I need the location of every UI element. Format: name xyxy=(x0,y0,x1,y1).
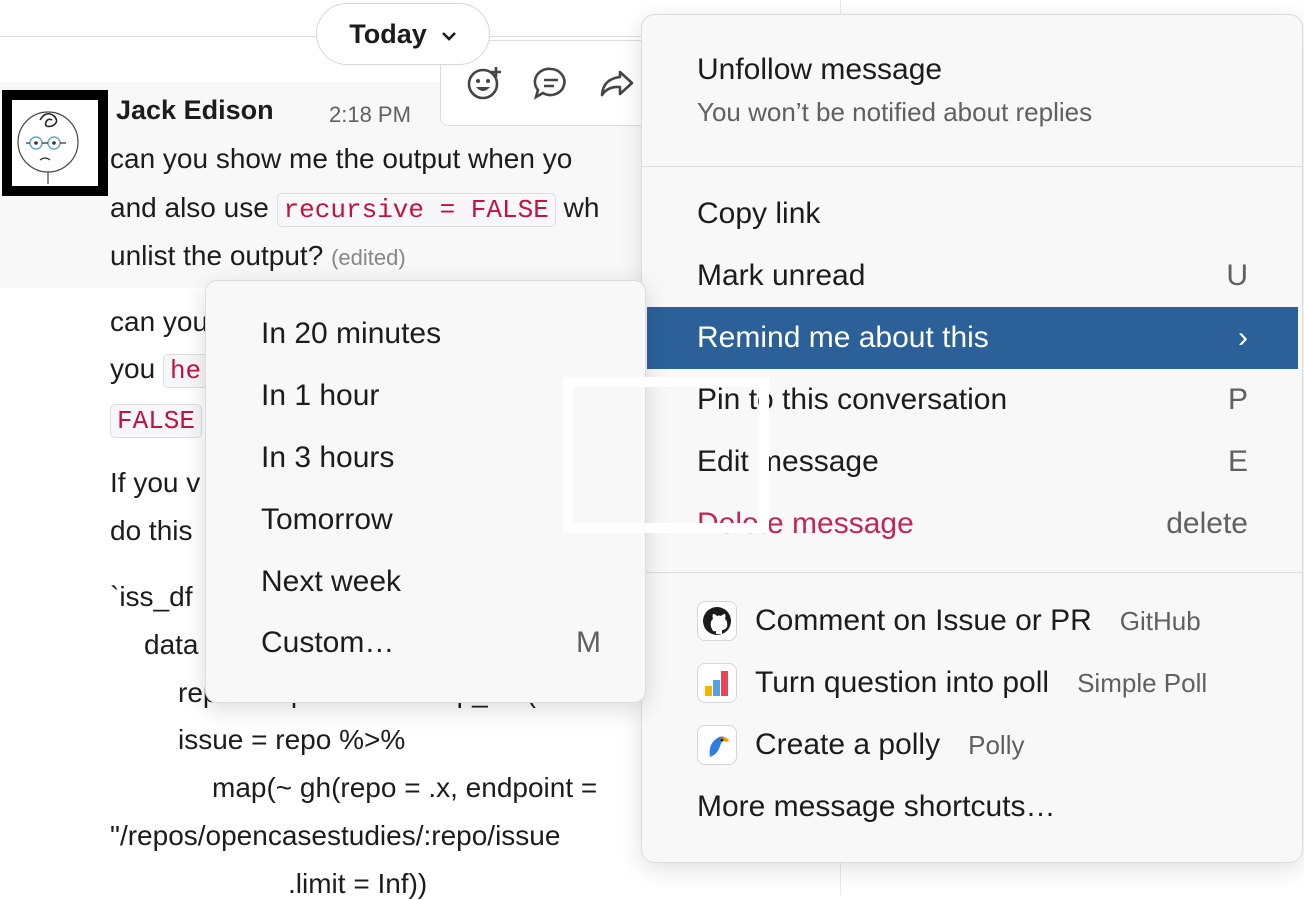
submenu-item-label: In 20 minutes xyxy=(261,317,442,350)
message-text-line: "/repos/opencasestudies/:repo/issue xyxy=(110,820,561,851)
message-text: unlist the output? xyxy=(110,240,324,271)
message-text-line: and also use recursive = FALSE wh xyxy=(110,192,600,227)
avatar[interactable] xyxy=(2,90,108,196)
menu-separator xyxy=(642,572,1302,573)
remind-me-item[interactable]: Remind me about this › xyxy=(647,307,1298,369)
message-text: wh xyxy=(555,192,600,223)
avatar-drawing xyxy=(17,111,79,184)
menu-separator xyxy=(642,166,1302,167)
inline-code: recursive = FALSE xyxy=(276,193,556,227)
more-shortcuts-item[interactable]: More message shortcuts… xyxy=(647,776,1298,838)
mark-unread-item[interactable]: Mark unread U xyxy=(647,245,1298,307)
unfollow-description: You won’t be notified about replies xyxy=(697,97,1093,127)
edited-label: (edited) xyxy=(331,245,406,270)
shortcut-key: U xyxy=(1226,259,1248,292)
polly-item[interactable]: Create a polly Polly xyxy=(647,714,1298,776)
remind-next-week[interactable]: Next week xyxy=(261,565,601,599)
reply-thread-icon[interactable] xyxy=(531,63,571,103)
message-text: and also use xyxy=(110,192,277,223)
remind-custom[interactable]: Custom… M xyxy=(261,626,601,660)
shortcut-key: M xyxy=(576,626,601,659)
copy-link-item[interactable]: Copy link xyxy=(647,183,1298,245)
message-timestamp[interactable]: 2:18 PM xyxy=(329,102,411,128)
unfollow-message-item[interactable]: Unfollow message xyxy=(697,53,942,87)
shortcut-key: P xyxy=(1227,383,1248,416)
message-text-line: `iss_df xyxy=(110,581,193,612)
github-icon xyxy=(697,601,737,641)
simple-poll-icon xyxy=(697,663,737,703)
simple-poll-item[interactable]: Turn question into poll Simple Poll xyxy=(647,652,1298,714)
github-comment-item[interactable]: Comment on Issue or PR GitHub xyxy=(647,590,1298,652)
app-action-label: Comment on Issue or PR xyxy=(755,604,1092,637)
message-text: you xyxy=(110,353,163,384)
polly-icon xyxy=(697,725,737,765)
message-text-line: issue = repo %>% xyxy=(178,724,406,755)
remind-20-minutes[interactable]: In 20 minutes xyxy=(261,317,601,351)
menu-item-label: More message shortcuts… xyxy=(697,790,1056,823)
chevron-right-icon: › xyxy=(1238,321,1248,354)
message-text-line: data xyxy=(144,629,199,660)
date-divider-pill[interactable]: Today xyxy=(316,3,490,65)
app-source: Polly xyxy=(968,729,1025,760)
app-source: GitHub xyxy=(1119,605,1201,636)
shortcut-key: delete xyxy=(1166,507,1248,540)
message-text-line: map(~ gh(repo = .x, endpoint = xyxy=(212,772,598,803)
message-text-line: you he xyxy=(110,353,209,388)
message-text-line: unlist the output? (edited) xyxy=(110,240,406,272)
submenu-item-label: Tomorrow xyxy=(261,503,393,536)
submenu-item-label: Next week xyxy=(261,565,402,598)
inline-code: FALSE xyxy=(110,404,203,438)
shortcut-key: E xyxy=(1227,445,1248,478)
date-label: Today xyxy=(349,18,427,49)
remind-tomorrow[interactable]: Tomorrow xyxy=(261,503,601,537)
inline-code: he xyxy=(162,354,209,388)
app-source: Simple Poll xyxy=(1077,667,1208,698)
menu-item-label: Copy link xyxy=(697,197,821,230)
message-text-line: can you xyxy=(110,306,209,337)
sender-name[interactable]: Jack Edison xyxy=(116,95,274,126)
message-text-line: do this xyxy=(110,515,193,546)
submenu-item-label: In 1 hour xyxy=(261,379,380,412)
message-text-line: .limit = Inf)) xyxy=(288,868,428,899)
remind-3-hours[interactable]: In 3 hours xyxy=(261,441,601,475)
app-action-label: Turn question into poll xyxy=(755,666,1050,699)
menu-item-label: Remind me about this xyxy=(697,321,989,354)
chevron-down-icon xyxy=(441,25,457,46)
share-icon[interactable] xyxy=(597,63,637,103)
submenu-item-label: Custom… xyxy=(261,626,395,659)
add-reaction-icon[interactable] xyxy=(465,63,505,103)
remind-1-hour[interactable]: In 1 hour xyxy=(261,379,601,413)
message-text-line: If you v xyxy=(110,467,201,498)
submenu-item-label: In 3 hours xyxy=(261,441,395,474)
message-text-line: can you show me the output when yo xyxy=(110,143,573,174)
message-text-line: FALSE xyxy=(110,403,203,438)
menu-item-label: Mark unread xyxy=(697,259,866,292)
hover-bridge-outline xyxy=(563,377,769,533)
app-action-label: Create a polly xyxy=(755,728,941,761)
